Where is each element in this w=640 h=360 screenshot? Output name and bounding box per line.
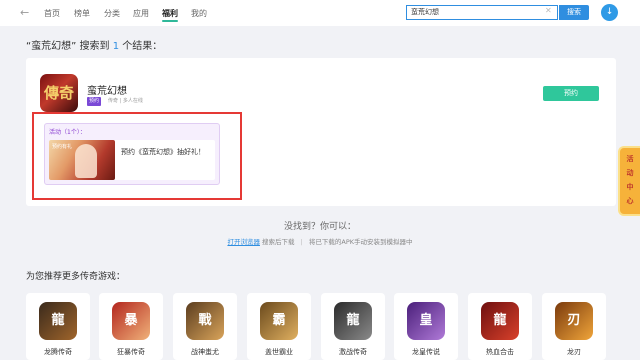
activity-title: 活动（1个）： xyxy=(49,129,86,136)
search-input[interactable]: 蛮荒幻想 xyxy=(406,5,558,20)
top-nav-bar: ← 首页 榜单 分类 应用 福利 我的 蛮荒幻想 ✕ 搜索 ↓ xyxy=(0,0,640,26)
recommend-item[interactable]: 暴 狂暴传奇 xyxy=(99,293,163,360)
activity-center-char: 心 xyxy=(626,197,634,205)
recommend-item[interactable]: 龍 龙腾传奇 xyxy=(26,293,90,360)
recommend-item[interactable]: 戰 战神蚩尤 xyxy=(173,293,237,360)
recommend-item-name: 龙腾传奇 xyxy=(44,348,72,356)
activity-thumbnail: 预约有礼 xyxy=(49,140,115,180)
activity-center-char: 中 xyxy=(626,183,634,191)
download-manager-icon[interactable]: ↓ xyxy=(601,4,618,21)
nav-item-mine[interactable]: 我的 xyxy=(191,8,207,19)
activity-center-char: 动 xyxy=(626,169,634,177)
recommend-item-name: 狂暴传奇 xyxy=(117,348,145,356)
nav-item-rankings[interactable]: 榜单 xyxy=(74,8,90,19)
help-separator: | xyxy=(300,238,303,246)
help-after-link: 搜索后下载 xyxy=(262,238,295,246)
reserve-button[interactable]: 预约 xyxy=(543,86,599,101)
activity-panel: 活动（1个）： 预约有礼 预约《蛮荒幻想》抽好礼！ xyxy=(44,123,220,185)
open-browser-link[interactable]: 打开浏览器 xyxy=(227,238,260,246)
app-icon[interactable]: 傳奇 xyxy=(40,74,78,112)
recommend-item[interactable]: 龍 激战传奇 xyxy=(321,293,385,360)
result-summary-prefix: “蛮荒幻想” 搜索到 xyxy=(26,41,113,52)
recommend-item-name: 龙皇传说 xyxy=(412,348,440,356)
app-name[interactable]: 蛮荒幻想 xyxy=(87,82,127,97)
recommend-item[interactable]: 霸 盖世霸业 xyxy=(247,293,311,360)
recommend-item-icon: 霸 xyxy=(260,302,298,340)
recommend-item-icon: 暴 xyxy=(112,302,150,340)
search-result-summary: “蛮荒幻想” 搜索到 1 个结果： xyxy=(26,37,162,52)
activity-item[interactable]: 预约有礼 预约《蛮荒幻想》抽好礼！ xyxy=(49,140,215,180)
recommend-item-name: 激战传奇 xyxy=(339,348,367,356)
activity-thumbnail-tag: 预约有礼 xyxy=(52,144,73,150)
recommend-item-icon: 皇 xyxy=(407,302,445,340)
nav-item-welfare[interactable]: 福利 xyxy=(162,8,178,19)
help-hint: 将已下载的APK手动安装到模拟器中 xyxy=(308,238,413,246)
recommend-item-icon: 龍 xyxy=(39,302,77,340)
help-row: 打开浏览器 搜索后下载 | 将已下载的APK手动安装到模拟器中 xyxy=(0,236,640,246)
clear-search-icon[interactable]: ✕ xyxy=(545,6,552,15)
app-meta: 传奇 | 多人在线 xyxy=(108,98,143,104)
recommend-item-name: 盖世霸业 xyxy=(265,348,293,356)
recommend-item[interactable]: 龍 热血合击 xyxy=(468,293,532,360)
activity-center-char: 活 xyxy=(626,155,634,163)
recommend-item-icon: 龍 xyxy=(334,302,372,340)
recommend-item[interactable]: 皇 龙皇传说 xyxy=(394,293,458,360)
back-arrow-icon[interactable]: ← xyxy=(20,6,29,19)
recommend-item[interactable]: 刃 龙刃 xyxy=(542,293,606,360)
help-title: 没找到？你可以： xyxy=(283,222,356,232)
nav-item-home[interactable]: 首页 xyxy=(44,8,60,19)
search-button[interactable]: 搜索 xyxy=(559,5,589,20)
recommend-item-icon: 戰 xyxy=(186,302,224,340)
recommend-item-name: 热血合击 xyxy=(486,348,514,356)
activity-center-tab[interactable]: 活 动 中 心 xyxy=(618,146,640,216)
nav-item-apps[interactable]: 应用 xyxy=(133,8,149,19)
activity-thumbnail-figure xyxy=(75,144,97,178)
active-tab-indicator xyxy=(162,20,178,22)
recommend-item-name: 龙刃 xyxy=(567,348,581,356)
recommend-title: 为您推荐更多传奇游戏： xyxy=(26,272,126,282)
recommend-item-icon: 龍 xyxy=(481,302,519,340)
recommend-item-icon: 刃 xyxy=(555,302,593,340)
nav-item-categories[interactable]: 分类 xyxy=(104,8,120,19)
app-status-badge: 预约 xyxy=(87,97,102,106)
recommend-item-name: 战神蚩尤 xyxy=(191,348,219,356)
activity-text: 预约《蛮荒幻想》抽好礼！ xyxy=(121,148,205,156)
result-summary-suffix: 个结果： xyxy=(119,41,163,52)
